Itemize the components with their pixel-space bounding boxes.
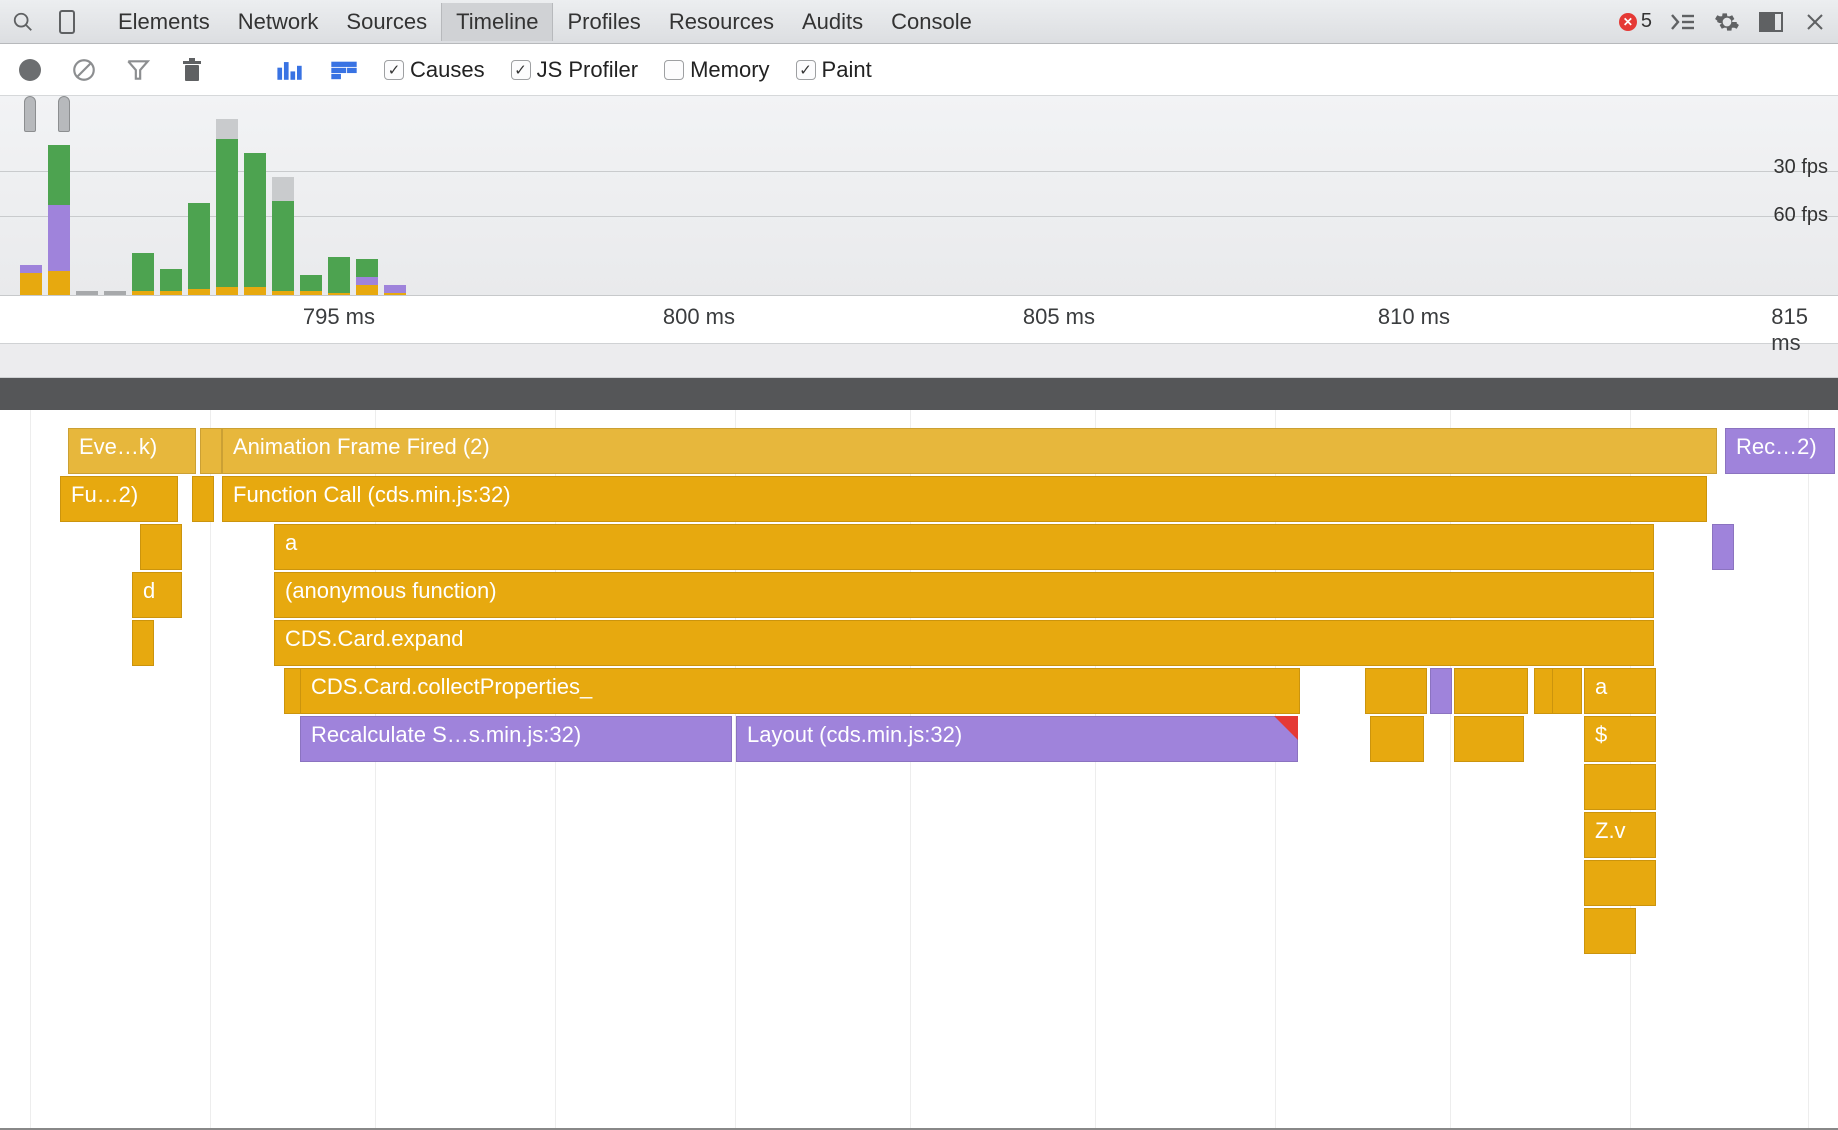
tab-console[interactable]: Console [877,3,986,41]
record-icon[interactable] [16,56,44,84]
flame-entry[interactable]: Layout (cds.min.js:32) [736,716,1298,762]
ruler-tick: 815 ms [1771,304,1808,356]
flame-entry[interactable]: a [274,524,1654,570]
flame-entry[interactable]: Rec…2) [1725,428,1835,474]
panel-tabs: Elements Network Sources Timeline Profil… [104,3,986,41]
overview-bars [20,95,406,295]
ruler-tick: 800 ms [663,304,735,330]
flame-entry[interactable] [1584,764,1656,810]
flame-entry[interactable] [1370,716,1424,762]
paint-checkbox[interactable]: Paint [796,57,872,83]
flame-entry[interactable] [1552,668,1582,714]
memory-label: Memory [690,57,769,83]
gear-icon[interactable] [1714,9,1740,35]
bar-chart-view-icon[interactable] [276,56,304,84]
devtools-tabbar: Elements Network Sources Timeline Profil… [0,0,1838,44]
tab-profiles[interactable]: Profiles [553,3,654,41]
error-dot-icon: ✕ [1619,13,1637,31]
flame-entry[interactable] [192,476,214,522]
network-strip [0,344,1838,378]
flame-entry[interactable] [1430,668,1452,714]
dock-side-icon[interactable] [1758,9,1784,35]
tab-resources[interactable]: Resources [655,3,788,41]
flame-entry[interactable]: (anonymous function) [274,572,1654,618]
selection-handle-left[interactable] [24,96,36,132]
flame-entry[interactable] [132,620,154,666]
flame-entry[interactable]: $ [1584,716,1656,762]
flame-entry[interactable] [1712,524,1734,570]
flame-entry[interactable]: Animation Frame Fired (2) [222,428,1717,474]
flame-entry[interactable]: Eve…k) [68,428,196,474]
tab-timeline[interactable]: Timeline [441,3,553,41]
flame-chart-view-icon[interactable] [330,56,358,84]
close-icon[interactable] [1802,9,1828,35]
causes-checkbox[interactable]: Causes [384,57,485,83]
fps-60-label: 60 fps [1774,204,1828,227]
tab-network[interactable]: Network [224,3,333,41]
flame-entry[interactable]: CDS.Card.expand [274,620,1654,666]
selection-handle-right[interactable] [58,96,70,132]
flame-chart[interactable]: Eve…k) Animation Frame Fired (2)Rec…2) Fu…… [0,410,1838,1130]
flame-entry[interactable]: Recalculate S…s.min.js:32) [300,716,732,762]
overview-selection-handles[interactable] [24,96,70,132]
flame-entry[interactable]: Z.v [1584,812,1656,858]
js-profiler-checkbox[interactable]: JS Profiler [511,57,638,83]
error-count: 5 [1641,10,1652,33]
show-drawer-icon[interactable] [1670,9,1696,35]
layout-warning-icon [1274,716,1298,740]
tab-sources[interactable]: Sources [332,3,441,41]
flame-entry[interactable] [1365,668,1427,714]
causes-label: Causes [410,57,485,83]
search-icon[interactable] [10,9,36,35]
filter-icon[interactable] [124,56,152,84]
flame-entry[interactable] [140,524,182,570]
flame-entry[interactable]: Fu…2) [60,476,178,522]
ruler-tick: 795 ms [303,304,375,330]
cpu-strip [0,378,1838,410]
device-mode-icon[interactable] [54,9,80,35]
flame-entry[interactable] [1584,860,1656,906]
error-badge[interactable]: ✕ 5 [1619,10,1652,33]
time-ruler: 795 ms800 ms805 ms810 ms815 ms [0,296,1838,344]
memory-checkbox[interactable]: Memory [664,57,769,83]
flame-entry[interactable] [1584,908,1636,954]
flame-entry[interactable]: CDS.Card.collectProperties_ [300,668,1300,714]
fps-30-label: 30 fps [1774,156,1828,179]
ruler-tick: 810 ms [1378,304,1450,330]
flame-entry[interactable]: Function Call (cds.min.js:32) [222,476,1707,522]
flame-entry[interactable] [1454,716,1524,762]
flame-entry[interactable] [200,428,222,474]
timeline-toolbar: Causes JS Profiler Memory Paint [0,44,1838,96]
tab-elements[interactable]: Elements [104,3,224,41]
js-profiler-label: JS Profiler [537,57,638,83]
tab-audits[interactable]: Audits [788,3,877,41]
paint-label: Paint [822,57,872,83]
flame-entry[interactable]: d [132,572,182,618]
ruler-tick: 805 ms [1023,304,1095,330]
trash-icon[interactable] [178,56,206,84]
clear-icon[interactable] [70,56,98,84]
flame-entry[interactable]: a [1584,668,1656,714]
overview-chart[interactable]: 30 fps 60 fps [0,96,1838,296]
flame-entry[interactable] [1454,668,1528,714]
